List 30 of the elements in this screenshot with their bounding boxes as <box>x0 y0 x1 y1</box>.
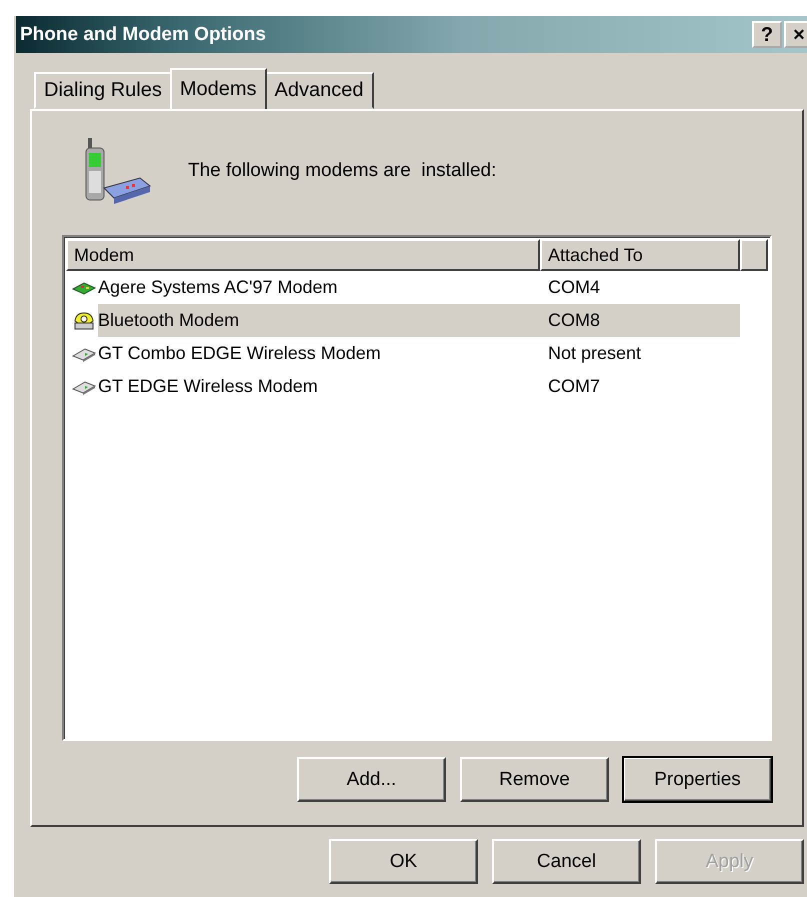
modem-name: GT EDGE Wireless Modem <box>98 376 318 397</box>
modem-row[interactable]: Agere Systems AC'97 Modem COM4 <box>66 271 768 304</box>
panel-button[interactable]: Properties <box>623 757 772 802</box>
tab[interactable]: Advanced <box>264 72 374 109</box>
help-button[interactable]: ? <box>752 21 782 48</box>
pc-card-icon <box>72 346 96 362</box>
pc-card-icon <box>72 378 96 394</box>
intro-text: The following modems are installed: <box>188 160 496 182</box>
modem-name: Agere Systems AC'97 Modem <box>98 277 338 298</box>
panel-button[interactable]: Remove <box>460 757 609 802</box>
tab[interactable]: Dialing Rules <box>34 72 172 109</box>
column-header[interactable]: Modem <box>66 239 540 271</box>
port-text: Not present <box>548 343 642 364</box>
modem-row[interactable]: GT Combo EDGE Wireless Modem Not present <box>66 337 768 370</box>
dialog-button[interactable]: OK <box>329 839 478 884</box>
tab[interactable]: Modems <box>170 68 267 109</box>
dialog-button[interactable]: Cancel <box>492 839 641 884</box>
close-button[interactable]: × <box>784 21 807 48</box>
port-text: COM4 <box>548 277 600 298</box>
port-text: COM8 <box>548 310 600 331</box>
empty-column-header <box>740 239 768 271</box>
telephone-icon <box>72 310 96 330</box>
circuit-board-icon <box>72 280 96 296</box>
column-header[interactable]: Attached To <box>540 239 740 271</box>
modem-name: GT Combo EDGE Wireless Modem <box>98 343 381 364</box>
modem-name: Bluetooth Modem <box>98 310 240 331</box>
modem-row[interactable]: GT EDGE Wireless Modem COM7 <box>66 370 768 403</box>
port-text: COM7 <box>548 376 600 397</box>
window-title: Phone and Modem Options <box>20 24 266 46</box>
panel-button[interactable]: Add... <box>297 757 446 802</box>
